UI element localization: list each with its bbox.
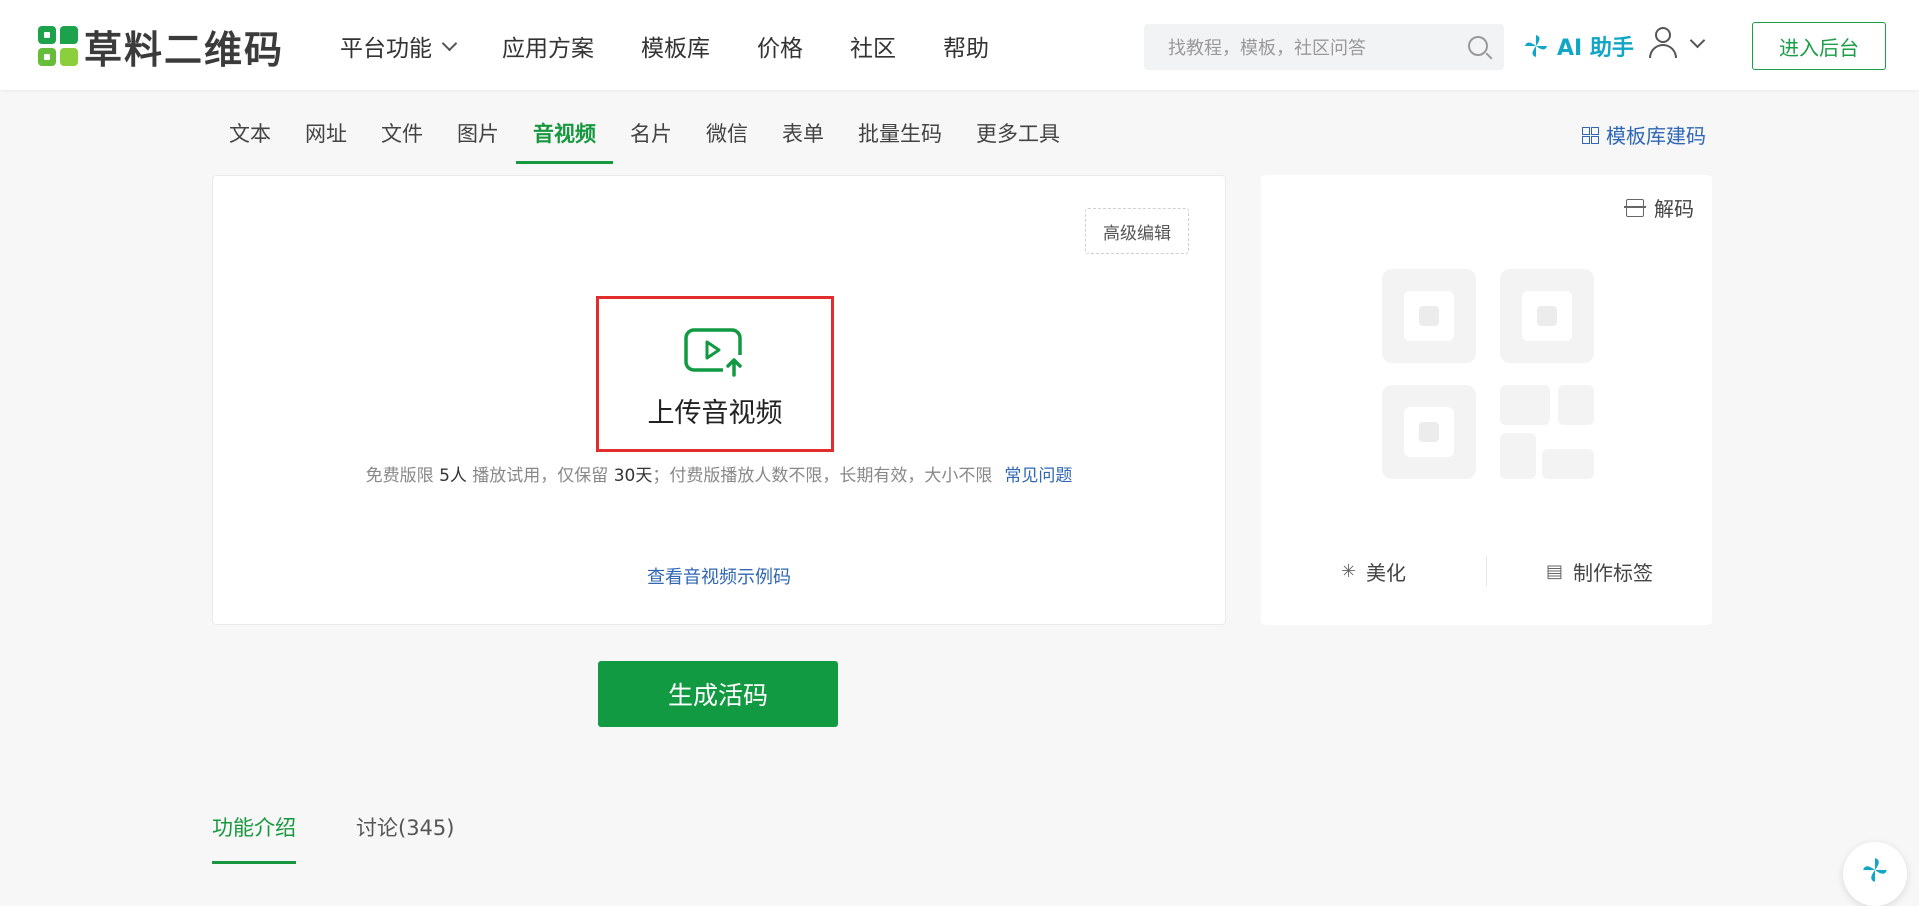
tab-url[interactable]: 网址 (288, 108, 364, 162)
tab-form[interactable]: 表单 (765, 108, 841, 162)
notice-text: 免费版限 (365, 466, 440, 486)
grid-icon (1582, 126, 1599, 144)
decode-label: 解码 (1654, 197, 1694, 221)
sparkle-icon: ✳ (1340, 560, 1357, 582)
ai-helper-button[interactable]: AI 助手 (1523, 30, 1634, 62)
chevron-down-icon (1689, 32, 1706, 48)
nav-community[interactable]: 社区 (850, 28, 896, 64)
nav-help[interactable]: 帮助 (943, 28, 989, 64)
label-card-icon: ▤ (1545, 560, 1563, 582)
chevron-down-icon (441, 35, 458, 51)
nav-label: 平台功能 (340, 36, 432, 62)
make-label-button[interactable]: ▤ 制作标签 (1487, 557, 1712, 586)
search-input[interactable] (1144, 24, 1470, 72)
nav-label: 价格 (757, 36, 803, 62)
user-menu[interactable] (1648, 26, 1706, 60)
qr-actions: ✳ 美化 ▤ 制作标签 (1261, 553, 1712, 589)
plan-notice: 免费版限 5人 播放试用，仅保留 30天；付费版播放人数不限，长期有效，大小不限… (213, 461, 1225, 486)
ai-helper-label: AI 助手 (1557, 36, 1634, 61)
scan-icon (1624, 198, 1646, 217)
nav-pricing[interactable]: 价格 (757, 28, 803, 64)
example-link-label: 查看音视频示例码 (647, 567, 791, 588)
tab-business-card[interactable]: 名片 (613, 108, 689, 162)
pinwheel-icon (1863, 858, 1887, 882)
tab-more-tools[interactable]: 更多工具 (959, 108, 1077, 162)
notice-people-limit: 5人 (439, 466, 467, 486)
nav-label: 社区 (850, 36, 896, 62)
site-logo[interactable]: 草料二维码 (38, 24, 284, 72)
beautify-button[interactable]: ✳ 美化 (1261, 557, 1486, 586)
template-link-label: 模板库建码 (1606, 124, 1706, 148)
advanced-edit-button[interactable]: 高级编辑 (1085, 208, 1189, 254)
tab-discussion[interactable]: 讨论(345) (356, 812, 454, 864)
code-type-tabs: 文本 网址 文件 图片 音视频 名片 微信 表单 批量生码 更多工具 (212, 108, 1077, 164)
faq-link[interactable]: 常见问题 (1004, 466, 1072, 486)
search-icon[interactable] (1468, 36, 1488, 56)
tab-text[interactable]: 文本 (212, 108, 288, 162)
tab-audio-video[interactable]: 音视频 (516, 108, 613, 164)
template-build-link[interactable]: 模板库建码 (1582, 120, 1706, 149)
upload-label: 上传音视频 (647, 398, 783, 429)
upload-card: 高级编辑 上传音视频 免费版限 5人 播放试用，仅保留 30天；付费版播放人数不… (212, 175, 1226, 625)
notice-days-limit: 30天 (613, 466, 653, 486)
beautify-label: 美化 (1366, 560, 1407, 585)
tab-image[interactable]: 图片 (440, 108, 516, 162)
tab-feature-intro[interactable]: 功能介绍 (212, 812, 296, 864)
view-example-link[interactable]: 查看音视频示例码 (213, 563, 1225, 589)
qr-preview-card: 解码 ✳ 美化 ▤ 制作标签 (1261, 175, 1712, 625)
tab-batch[interactable]: 批量生码 (841, 108, 959, 162)
qr-placeholder-image (1382, 269, 1594, 479)
decode-button[interactable]: 解码 (1624, 193, 1694, 222)
video-upload-icon (684, 328, 747, 377)
logo-icon (38, 26, 78, 66)
nav-label: 模板库 (641, 36, 710, 62)
search-box (1144, 24, 1504, 72)
enter-backend-button[interactable]: 进入后台 (1752, 22, 1886, 70)
nav-platform-features[interactable]: 平台功能 (340, 28, 458, 64)
bottom-tabs: 功能介绍 讨论(345) (212, 812, 514, 864)
notice-text: 播放试用，仅保留 (466, 466, 614, 486)
floating-assistant-button[interactable] (1843, 842, 1907, 906)
main-nav: 平台功能 应用方案 模板库 价格 社区 帮助 (340, 28, 1036, 64)
user-icon (1648, 26, 1677, 60)
logo-text: 草料二维码 (84, 27, 285, 72)
top-header: 草料二维码 平台功能 应用方案 模板库 价格 社区 帮助 AI 助手 进入后台 (0, 0, 1919, 90)
tab-wechat[interactable]: 微信 (689, 108, 765, 162)
nav-solutions[interactable]: 应用方案 (502, 28, 594, 64)
nav-templates[interactable]: 模板库 (641, 28, 710, 64)
notice-text: ；付费版播放人数不限，长期有效，大小不限 (652, 466, 993, 486)
generate-code-button[interactable]: 生成活码 (598, 661, 838, 727)
nav-label: 应用方案 (502, 36, 594, 62)
pinwheel-icon (1525, 35, 1547, 57)
nav-label: 帮助 (943, 36, 989, 62)
tab-file[interactable]: 文件 (364, 108, 440, 162)
upload-media-button[interactable]: 上传音视频 (596, 296, 834, 452)
make-label-label: 制作标签 (1573, 560, 1653, 585)
